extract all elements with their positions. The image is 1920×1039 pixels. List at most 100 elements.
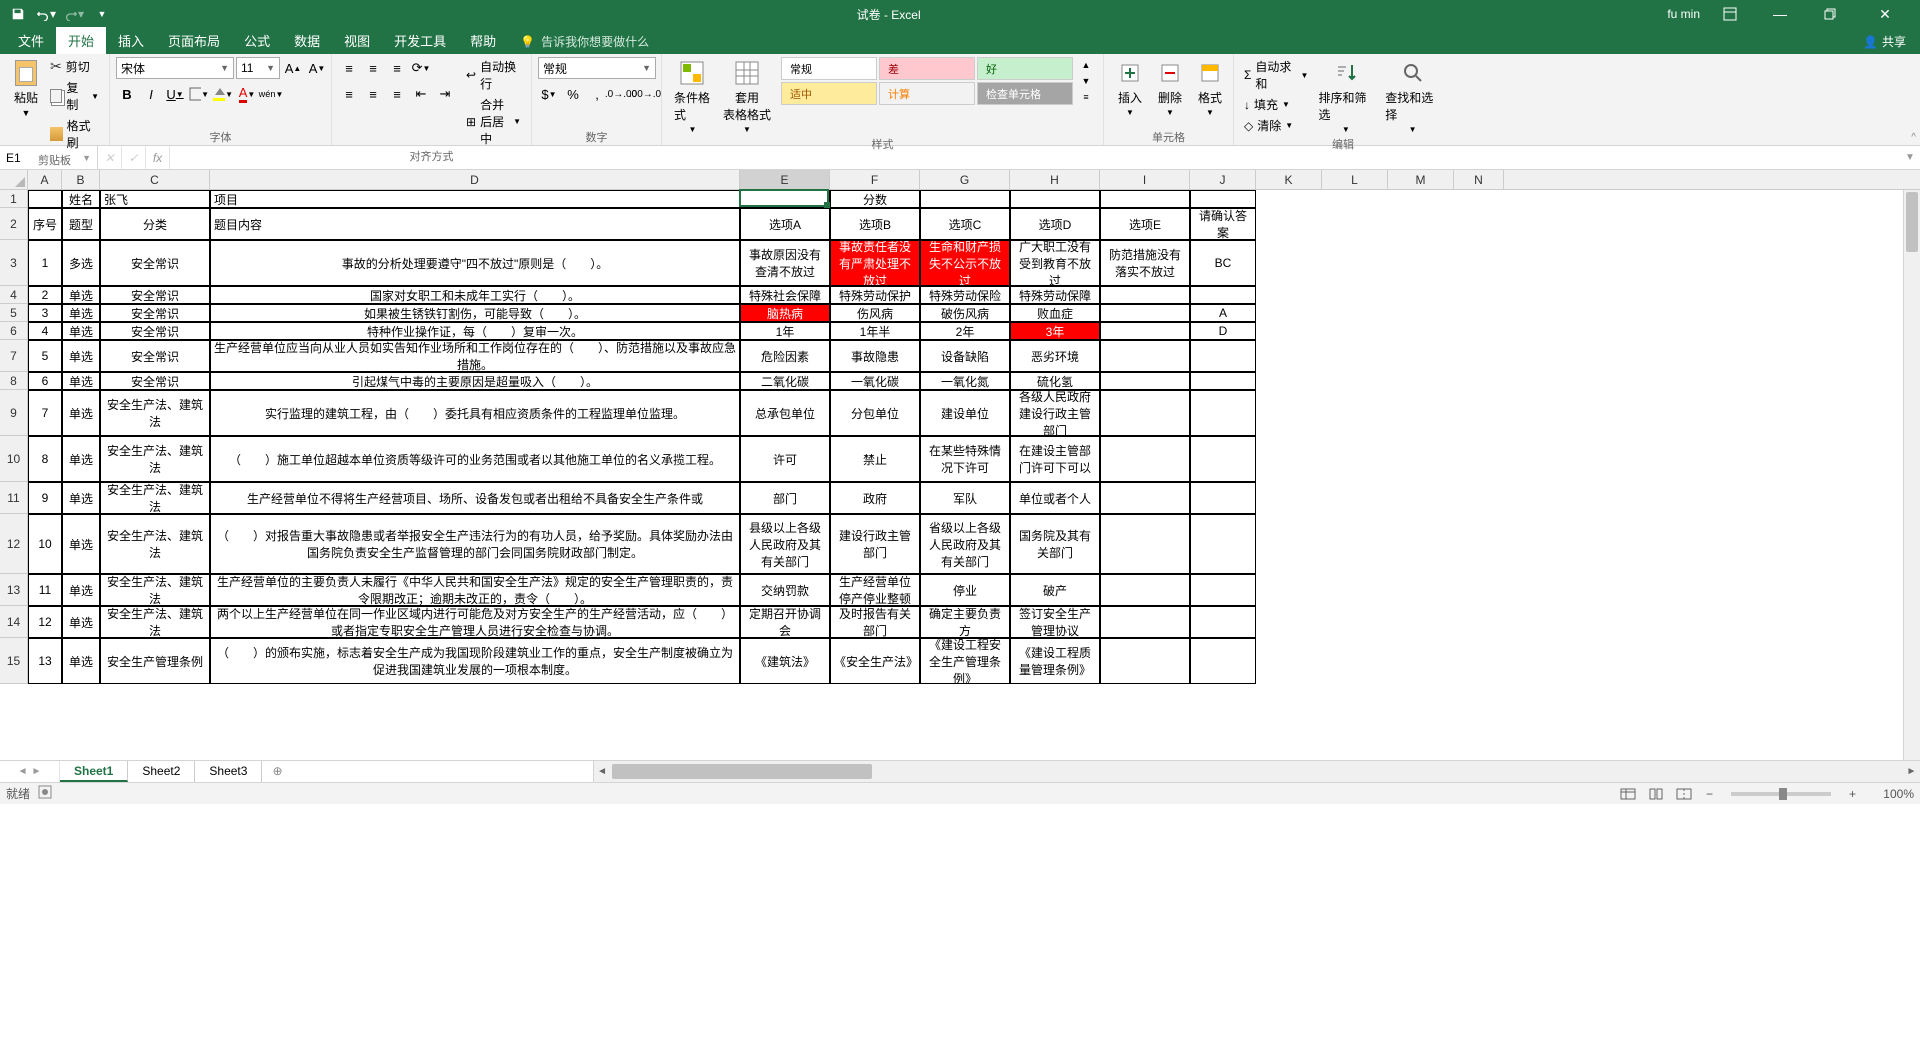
- underline-button[interactable]: U▼: [164, 83, 186, 105]
- styles-scroll-down[interactable]: ▼: [1075, 73, 1097, 89]
- row-header-4[interactable]: 4: [0, 286, 27, 304]
- cell-question[interactable]: 生产经营单位不得将生产经营项目、场所、设备发包或者出租给不具备安全生产条件或: [210, 482, 740, 514]
- cell-opt-c[interactable]: 在某些特殊情况下许可: [920, 436, 1010, 482]
- decrease-font-button[interactable]: A▼: [306, 57, 328, 79]
- cell-opt-c[interactable]: 省级以上各级人民政府及其有关部门: [920, 514, 1010, 574]
- cell-seq[interactable]: 4: [28, 322, 62, 340]
- cell-type[interactable]: 多选: [62, 240, 100, 286]
- cell-opt-d[interactable]: 特殊劳动保障: [1010, 286, 1100, 304]
- cell-seq[interactable]: 9: [28, 482, 62, 514]
- cell-type[interactable]: 单选: [62, 482, 100, 514]
- cell-question[interactable]: （ ）的颁布实施，标志着安全生产成为我国现阶段建筑业工作的重点，安全生产制度被确…: [210, 638, 740, 684]
- cell-type[interactable]: 单选: [62, 638, 100, 684]
- col-header-J[interactable]: J: [1190, 170, 1256, 189]
- cell-opt-e[interactable]: [1100, 322, 1190, 340]
- cell[interactable]: [920, 190, 1010, 208]
- tab-file[interactable]: 文件: [6, 27, 56, 54]
- cell-opt-b[interactable]: 伤风病: [830, 304, 920, 322]
- row-header-8[interactable]: 8: [0, 372, 27, 390]
- sort-filter-button[interactable]: 排序和筛选▼: [1312, 57, 1379, 136]
- cell-answer[interactable]: D: [1190, 322, 1256, 340]
- table-format-button[interactable]: 套用 表格格式▼: [717, 57, 777, 136]
- cell-type[interactable]: 单选: [62, 372, 100, 390]
- cell-seq[interactable]: 3: [28, 304, 62, 322]
- cell-opt-c[interactable]: 生命和财产损失不公示不放过: [920, 240, 1010, 286]
- ribbon-display-options[interactable]: [1710, 0, 1750, 28]
- col-header-L[interactable]: L: [1322, 170, 1388, 189]
- cell-opt-b[interactable]: 及时报告有关部门: [830, 606, 920, 638]
- cell-opt-e[interactable]: 防范措施没有落实不放过: [1100, 240, 1190, 286]
- cell-opt-a[interactable]: 脑热病: [740, 304, 830, 322]
- insert-cells-button[interactable]: 插入▼: [1110, 57, 1150, 119]
- row-header-6[interactable]: 6: [0, 322, 27, 340]
- cell-question[interactable]: 国家对女职工和未成年工实行（ ）。: [210, 286, 740, 304]
- cell-cat[interactable]: 安全生产法、建筑法: [100, 606, 210, 638]
- user-name[interactable]: fu min: [1667, 7, 1700, 21]
- cell-opt-c[interactable]: 停业: [920, 574, 1010, 606]
- cell-seq[interactable]: 12: [28, 606, 62, 638]
- row-header-2[interactable]: 2: [0, 208, 27, 240]
- cell-type[interactable]: 单选: [62, 436, 100, 482]
- cell-answer[interactable]: [1190, 606, 1256, 638]
- align-left-button[interactable]: ≡: [338, 83, 360, 105]
- cell-opt-a[interactable]: 危险因素: [740, 340, 830, 372]
- cell-cat[interactable]: 安全常识: [100, 322, 210, 340]
- cell-seq[interactable]: 5: [28, 340, 62, 372]
- cell-opt-b[interactable]: 一氧化碳: [830, 372, 920, 390]
- cell-cat[interactable]: 安全常识: [100, 372, 210, 390]
- cell-cat[interactable]: 安全生产法、建筑法: [100, 436, 210, 482]
- view-page-break-button[interactable]: [1672, 785, 1696, 803]
- cell-opt-b[interactable]: 事故责任者没有严肃处理不放过: [830, 240, 920, 286]
- cell-opt-d[interactable]: 《建设工程质量管理条例》: [1010, 638, 1100, 684]
- new-sheet-button[interactable]: ⊕: [262, 761, 292, 782]
- cell-opt-c[interactable]: 《建设工程安全生产管理条例》: [920, 638, 1010, 684]
- phonetic-button[interactable]: wén▼: [260, 83, 282, 105]
- font-size-combo[interactable]: 11▼: [236, 57, 280, 79]
- tab-layout[interactable]: 页面布局: [156, 27, 232, 54]
- cell-opt-d[interactable]: 恶劣环境: [1010, 340, 1100, 372]
- align-bottom-button[interactable]: ≡: [386, 57, 408, 79]
- cell-answer[interactable]: [1190, 390, 1256, 436]
- cell-hdr-b[interactable]: 选项B: [830, 208, 920, 240]
- qat-undo[interactable]: ▾: [36, 4, 56, 24]
- view-page-layout-button[interactable]: [1644, 785, 1668, 803]
- sheet-nav-next[interactable]: ►: [32, 766, 42, 777]
- cell-score-label[interactable]: 分数: [830, 190, 920, 208]
- col-header-N[interactable]: N: [1454, 170, 1504, 189]
- cell-opt-c[interactable]: 建设单位: [920, 390, 1010, 436]
- tell-me[interactable]: 💡告诉我你想要做什么: [508, 29, 661, 54]
- close-button[interactable]: ✕: [1860, 0, 1910, 28]
- cell-question[interactable]: 实行监理的建筑工程，由（ ）委托具有相应资质条件的工程监理单位监理。: [210, 390, 740, 436]
- cell-type[interactable]: 单选: [62, 304, 100, 322]
- qat-save[interactable]: [8, 4, 28, 24]
- cell-opt-b[interactable]: 特殊劳动保护: [830, 286, 920, 304]
- cell-opt-b[interactable]: 分包单位: [830, 390, 920, 436]
- cell-cat[interactable]: 安全生产法、建筑法: [100, 390, 210, 436]
- horizontal-scrollbar[interactable]: ◄ ►: [593, 761, 1920, 782]
- cut-button[interactable]: ✂剪切: [46, 57, 103, 76]
- cell-opt-a[interactable]: 总承包单位: [740, 390, 830, 436]
- cell-cat[interactable]: 安全生产法、建筑法: [100, 514, 210, 574]
- style-bad[interactable]: 差: [879, 57, 975, 80]
- cell-opt-c[interactable]: 军队: [920, 482, 1010, 514]
- merge-center-button[interactable]: ⊞合并后居中▼: [462, 95, 525, 148]
- cell-opt-e[interactable]: [1100, 286, 1190, 304]
- row-header-5[interactable]: 5: [0, 304, 27, 322]
- cell-opt-e[interactable]: [1100, 372, 1190, 390]
- cell-opt-c[interactable]: 确定主要负责方: [920, 606, 1010, 638]
- find-select-button[interactable]: 查找和选择▼: [1379, 57, 1446, 136]
- cell-opt-d[interactable]: 硫化氢: [1010, 372, 1100, 390]
- tab-developer[interactable]: 开发工具: [382, 27, 458, 54]
- cell-opt-e[interactable]: [1100, 304, 1190, 322]
- cell-opt-e[interactable]: [1100, 436, 1190, 482]
- row-header-1[interactable]: 1: [0, 190, 27, 208]
- row-header-3[interactable]: 3: [0, 240, 27, 286]
- cell-opt-a[interactable]: 1年: [740, 322, 830, 340]
- cell-opt-e[interactable]: [1100, 340, 1190, 372]
- cell-answer[interactable]: A: [1190, 304, 1256, 322]
- cell-opt-d[interactable]: 广大职工没有受到教育不放过: [1010, 240, 1100, 286]
- cell-hdr-ans[interactable]: 请确认答案: [1190, 208, 1256, 240]
- cell-answer[interactable]: [1190, 436, 1256, 482]
- cell-answer[interactable]: [1190, 638, 1256, 684]
- cell-opt-e[interactable]: [1100, 390, 1190, 436]
